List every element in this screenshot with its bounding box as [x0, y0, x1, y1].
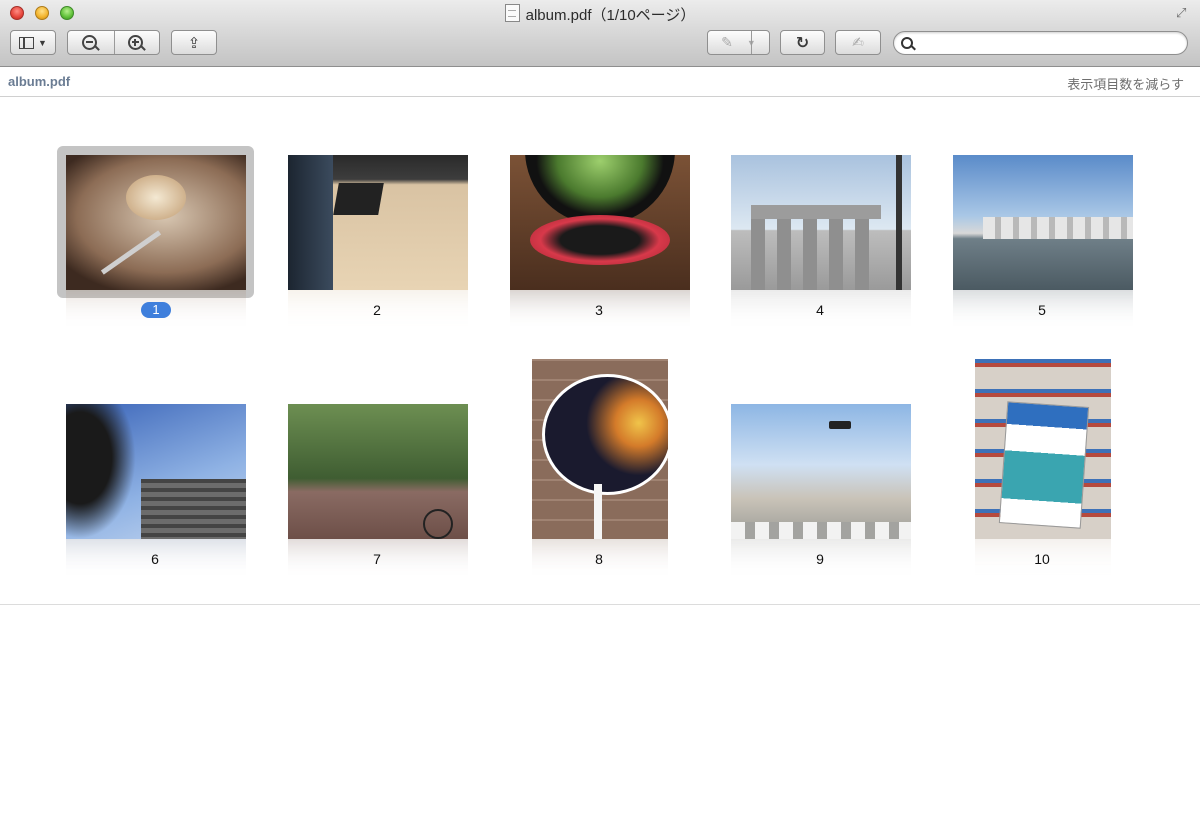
page-number-3: 3: [595, 302, 603, 318]
edit-icon: ✍: [852, 34, 864, 50]
rotate-icon: ↻: [795, 34, 810, 52]
grid-divider: [0, 604, 1200, 605]
page-number-1: 1: [141, 302, 171, 318]
page-thumbnail-3[interactable]: [510, 155, 690, 290]
photo-paper-fan: [542, 374, 668, 495]
photo-traffic-light: [829, 421, 851, 429]
rotate-button[interactable]: ↻: [780, 30, 825, 55]
sidebar-icon: [19, 36, 35, 49]
page-number-4: 4: [816, 302, 824, 318]
share-icon: ⇪: [187, 34, 201, 52]
page-number-9: 9: [816, 551, 824, 567]
page-number-10: 10: [1034, 551, 1050, 567]
file-name: album.pdf: [8, 74, 71, 89]
window-title: album.pdf（1/10ページ）: [0, 4, 1200, 25]
annotate-button[interactable]: ✎ ▼: [707, 30, 770, 55]
page-number-5: 5: [1038, 302, 1046, 318]
zoom-in-icon[interactable]: [128, 35, 146, 51]
sidebar-toggle-button[interactable]: ▼: [10, 30, 56, 55]
photo-ice-cream: [126, 175, 186, 220]
photo-crosswalk: [731, 522, 911, 539]
page-number-6: 6: [151, 551, 159, 567]
photo-tree: [66, 404, 136, 539]
photo-skyline: [983, 217, 1133, 239]
search-field[interactable]: [893, 31, 1188, 55]
photo-bridge-pillars: [751, 205, 881, 290]
segment-divider: [751, 31, 752, 54]
search-input[interactable]: [918, 34, 1182, 54]
zoom-out-icon[interactable]: [82, 35, 100, 51]
fullscreen-icon[interactable]: ⤢: [1176, 5, 1192, 21]
photo-utility-pole: [896, 155, 902, 290]
page-thumbnail-9[interactable]: [731, 404, 911, 539]
photo-street-crossing: [731, 404, 911, 539]
page-thumbnail-10[interactable]: [975, 359, 1111, 539]
page-number-2: 2: [373, 302, 381, 318]
page-thumbnail-2[interactable]: [288, 155, 468, 290]
page-thumbnail-8[interactable]: [532, 359, 668, 539]
document-icon: [504, 4, 520, 22]
segment-divider: [114, 31, 115, 54]
reduce-items-link[interactable]: 表示項目数を減らす: [1067, 74, 1184, 93]
window-titlebar: album.pdf（1/10ページ） ⤢ ▼ ⇪ ✎ ▼ ↻ ✍: [0, 0, 1200, 67]
share-button[interactable]: ⇪: [171, 30, 217, 55]
edit-button[interactable]: ✍: [835, 30, 881, 55]
page-number-7: 7: [373, 551, 381, 567]
photo-laptop: [333, 183, 384, 215]
page-thumbnail-7[interactable]: [288, 404, 468, 539]
photo-building: [141, 479, 246, 539]
chevron-down-icon: ▼: [38, 37, 47, 48]
photo-bicycle: [423, 509, 453, 539]
annotate-icon: ✎: [721, 34, 733, 50]
page-thumbnail-1[interactable]: [66, 155, 246, 290]
path-bar: album.pdf 表示項目数を減らす: [0, 67, 1200, 97]
photo-person: [288, 155, 333, 290]
photo-eyedrop-box: [998, 401, 1090, 529]
photo-fan-handle: [594, 484, 602, 539]
page-number-8: 8: [595, 551, 603, 567]
page-thumbnail-6[interactable]: [66, 404, 246, 539]
photo-red-saucer: [530, 215, 670, 265]
search-icon: [901, 37, 913, 49]
page-thumbnail-5[interactable]: [953, 155, 1133, 290]
page-thumbnail-4[interactable]: [731, 155, 911, 290]
zoom-control: [67, 30, 160, 55]
